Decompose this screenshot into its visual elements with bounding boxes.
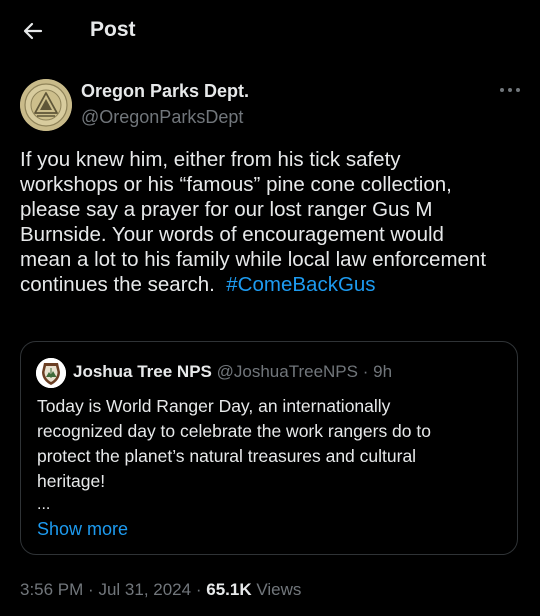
more-options-button[interactable] (496, 82, 524, 98)
author-avatar[interactable] (20, 79, 72, 131)
quote-author-handle[interactable]: @JoshuaTreeNPS (217, 362, 358, 381)
post-text-line: workshops or his “famous” pine cone coll… (20, 173, 452, 196)
post-meta: 3:56 PM · Jul 31, 2024 · 65.1K Views (20, 579, 301, 601)
quote-header: Joshua Tree NPS @JoshuaTreeNPS · 9h (73, 361, 392, 383)
views-count[interactable]: 65.1K (206, 580, 251, 599)
post-text-line: continues the search. (20, 273, 215, 296)
views-label: Views (256, 580, 302, 599)
arrow-left-icon (23, 22, 43, 40)
quote-author-avatar[interactable] (36, 358, 66, 388)
hashtag-link[interactable]: #ComeBackGus (226, 273, 375, 296)
quote-text: Today is World Ranger Day, an internatio… (37, 394, 507, 494)
nps-arrowhead-icon (36, 358, 66, 388)
quoted-post-card[interactable]: Joshua Tree NPS @JoshuaTreeNPS · 9h Toda… (20, 341, 518, 555)
page-title: Post (90, 18, 136, 41)
post-text-last-line: continues the search. #ComeBackGus (20, 272, 524, 297)
more-horizontal-icon (500, 88, 520, 92)
quote-text-line: heritage! (37, 471, 106, 491)
top-bar: Post (0, 0, 540, 60)
separator-dot: · (362, 362, 369, 381)
quote-ellipsis: ... (37, 496, 51, 513)
quote-timestamp[interactable]: 9h (373, 362, 392, 381)
author-name[interactable]: Oregon Parks Dept. (81, 80, 249, 102)
post-text-line: Burnside. Your words of encouragement wo… (20, 223, 444, 246)
post-time[interactable]: 3:56 PM (20, 580, 83, 599)
post-text-line: please say a prayer for our lost ranger … (20, 198, 433, 221)
quote-text-line: recognized day to celebrate the work ran… (37, 421, 431, 441)
quote-text-line: Today is World Ranger Day, an internatio… (37, 396, 391, 416)
post-text-line: mean a lot to his family while local law… (20, 248, 487, 271)
quote-text-line: protect the planet’s natural treasures a… (37, 446, 417, 466)
separator-dot: · (195, 580, 202, 599)
author-handle[interactable]: @OregonParksDept (81, 106, 243, 128)
post-page: Post Oregon Parks Dept. @OregonParksDept… (0, 0, 540, 616)
back-button[interactable] (18, 16, 48, 46)
show-more-link[interactable]: Show more (37, 518, 128, 540)
post-date[interactable]: Jul 31, 2024 (98, 580, 191, 599)
oregon-parks-seal-icon (20, 79, 72, 131)
separator-dot: · (88, 580, 94, 599)
post-text-line: If you knew him, either from his tick sa… (20, 148, 401, 171)
post-text: If you knew him, either from his tick sa… (20, 147, 524, 297)
quote-author-name[interactable]: Joshua Tree NPS (73, 362, 212, 381)
